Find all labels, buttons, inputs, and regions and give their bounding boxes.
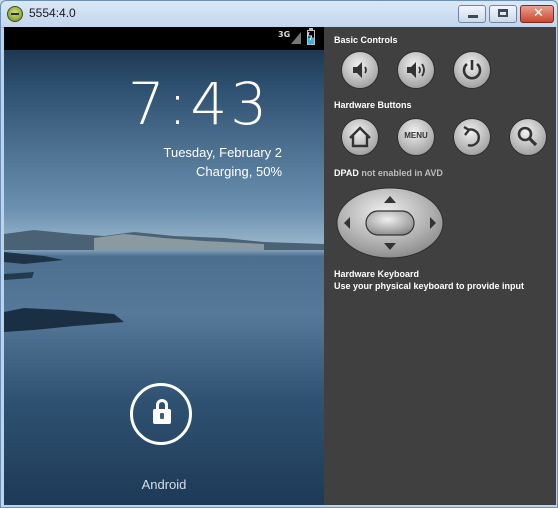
- status-bar: 3G ϟ: [4, 27, 324, 50]
- home-button[interactable]: [341, 118, 379, 156]
- minimize-icon: [468, 15, 478, 18]
- charging-status: Charging, 50%: [196, 164, 282, 179]
- emulator-window: 5554:4.0 ✕ 3G ϟ 7:43 Tuesday, February 2…: [0, 0, 558, 508]
- lockscreen-clock: 7:43: [127, 70, 271, 138]
- search-button[interactable]: [509, 118, 547, 156]
- dpad-label: DPAD not enabled in AVD: [334, 168, 443, 178]
- phone-screen[interactable]: 3G ϟ 7:43 Tuesday, February 2 Charging, …: [4, 27, 324, 505]
- maximize-icon: [498, 9, 508, 17]
- back-icon: [463, 125, 480, 147]
- signal-icon: [291, 32, 301, 44]
- dpad-note: not enabled in AVD: [361, 168, 443, 178]
- charging-bolt-icon: ϟ: [306, 30, 314, 43]
- emulator-content: 3G ϟ 7:43 Tuesday, February 2 Charging, …: [4, 27, 556, 505]
- dpad[interactable]: [336, 187, 444, 259]
- back-button[interactable]: [453, 118, 491, 156]
- lake-landscape: [4, 230, 324, 332]
- home-icon: [349, 126, 371, 148]
- volume-down-icon: [353, 62, 367, 78]
- power-button[interactable]: [453, 51, 491, 89]
- volume-up-button[interactable]: [397, 51, 435, 89]
- search-icon: [517, 126, 538, 147]
- power-icon: [462, 60, 482, 80]
- menu-button-label: MENU: [404, 131, 428, 140]
- lockscreen-date: Tuesday, February 2: [163, 145, 283, 160]
- network-type: 3G: [278, 30, 291, 39]
- title-bar[interactable]: 5554:4.0 ✕: [1, 1, 557, 28]
- volume-down-button[interactable]: [341, 51, 379, 89]
- hardware-buttons-label: Hardware Buttons: [334, 100, 412, 110]
- lock-keyhole: [160, 413, 164, 419]
- dpad-center-button[interactable]: [365, 210, 415, 236]
- close-icon: ✕: [533, 6, 544, 21]
- shore-rocks: [4, 308, 124, 332]
- minimize-button[interactable]: [458, 5, 486, 23]
- basic-controls-label: Basic Controls: [334, 35, 398, 45]
- hardware-keyboard-label: Hardware Keyboard: [334, 269, 420, 279]
- maximize-button[interactable]: [489, 5, 517, 23]
- near-rocks: [4, 252, 64, 264]
- hardware-keyboard-hint: Use your physical keyboard to provide in…: [334, 281, 525, 291]
- owner-label: Android: [141, 477, 187, 492]
- volume-up-icon: [407, 62, 425, 78]
- android-app-icon: [7, 6, 23, 22]
- dpad-title: DPAD: [334, 168, 359, 178]
- close-button[interactable]: ✕: [520, 5, 554, 23]
- rock-outcrop: [4, 272, 34, 280]
- window-title: 5554:4.0: [29, 6, 76, 20]
- menu-button[interactable]: MENU: [397, 118, 435, 156]
